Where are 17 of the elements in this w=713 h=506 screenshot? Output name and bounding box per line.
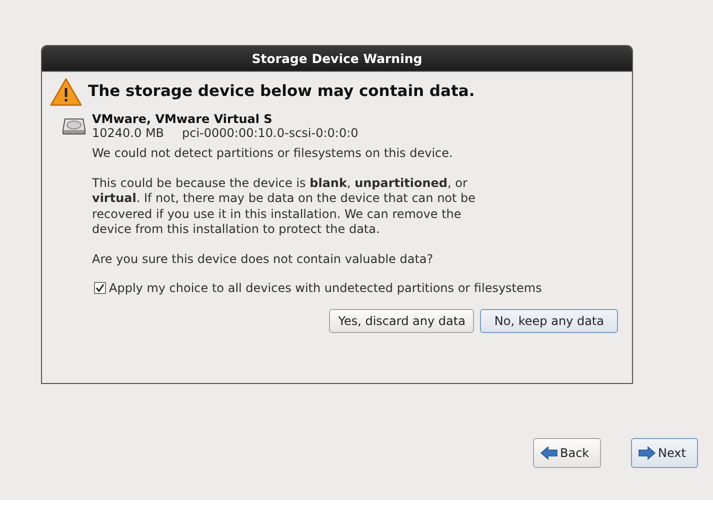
warning-icon	[50, 78, 82, 106]
message-text: Are you sure this device does not contain valuable data?	[92, 252, 434, 267]
message-text: We could not detect partitions or filesystems on this device.	[92, 146, 454, 162]
back-button[interactable]: Back	[533, 438, 601, 468]
dialog-button[interactable]: Yes, discard any data	[329, 309, 474, 333]
dialog-button[interactable]: No, keep any data	[480, 309, 618, 333]
next-button[interactable]: Next	[631, 438, 698, 468]
left-arrow-icon	[540, 446, 558, 460]
warning-heading: The storage device below may contain data.	[88, 81, 475, 102]
checkbox-label[interactable]: Apply my choice to all devices with undetected partitions or filesystems	[109, 279, 542, 297]
right-arrow-icon	[638, 446, 656, 460]
device-size: 10240.0 MB	[92, 126, 166, 140]
message-text: This could be because the device is blank, unpartitioned, or virtual. If not, there may be data on the device that can not be recovered if you use it in this installation. We can remove the device from this installation to protect the data.	[92, 176, 477, 238]
device-path: pci-0000:00:10.0-scsi-0:0:0:0	[182, 126, 358, 140]
dialog-title: Storage Device Warning	[42, 46, 632, 72]
checkbox[interactable]	[94, 282, 106, 294]
device-name: VMware, VMware Virtual S	[92, 112, 274, 126]
